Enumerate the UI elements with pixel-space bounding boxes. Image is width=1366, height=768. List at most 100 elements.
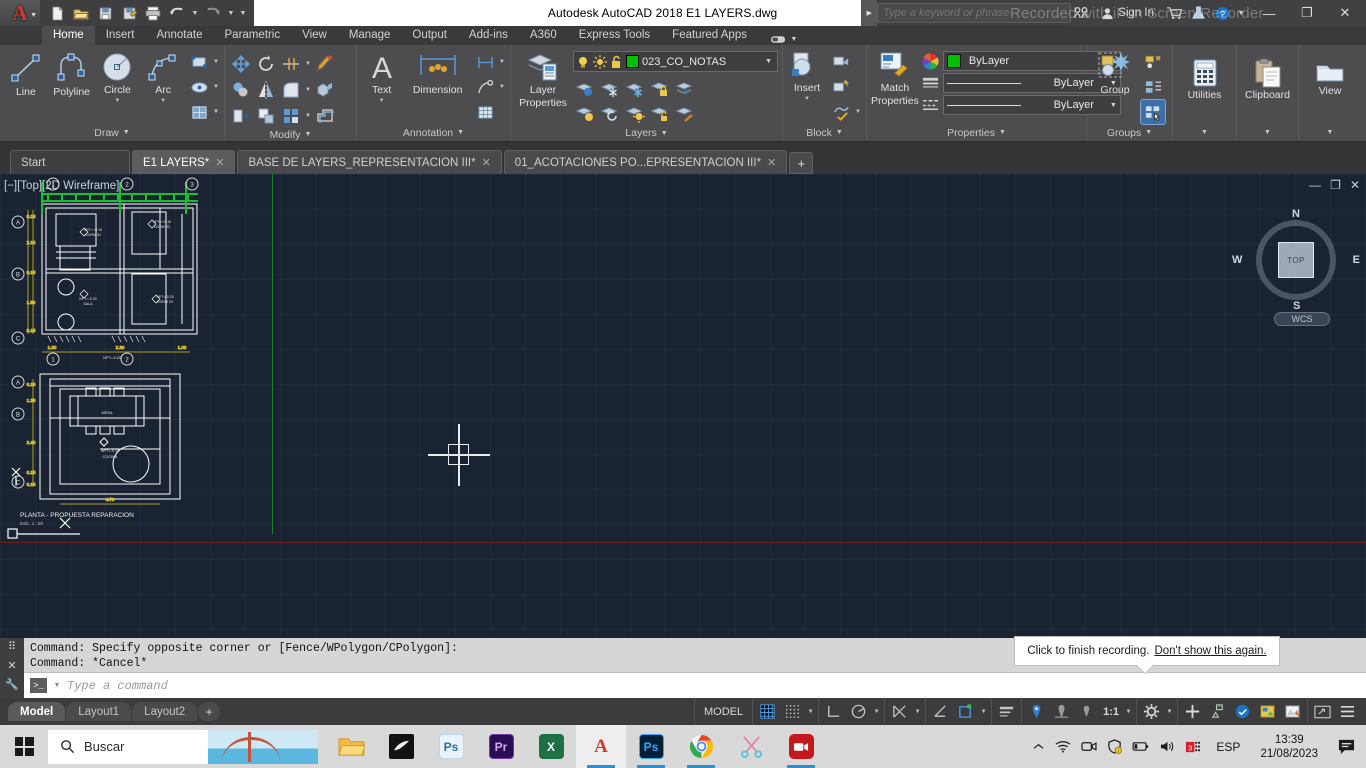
command-prompt-icon[interactable]: >_ bbox=[30, 678, 47, 693]
transparency-icon[interactable] bbox=[1025, 701, 1048, 723]
dynamic-ucs-icon[interactable] bbox=[954, 701, 977, 723]
annotation-scale-dropdown-icon[interactable]: ▼ bbox=[1124, 709, 1133, 715]
save-icon[interactable] bbox=[94, 2, 116, 24]
layer-properties-button[interactable]: Layer Properties bbox=[515, 48, 571, 109]
camera-icon[interactable] bbox=[1081, 740, 1097, 753]
view-button[interactable]: View bbox=[1303, 48, 1357, 97]
clipboard-button[interactable]: Clipboard bbox=[1241, 48, 1294, 101]
drawing-canvas[interactable]: [−][Top][2D Wireframe] — ❐ ✕ TOP N S E W… bbox=[0, 174, 1366, 638]
block-attribute-dropdown-icon[interactable]: ▼ bbox=[854, 109, 862, 115]
erase-icon[interactable] bbox=[313, 52, 337, 76]
command-dropdown-icon[interactable]: ▼ bbox=[52, 682, 62, 689]
hardware-accel-icon[interactable] bbox=[1231, 701, 1254, 723]
group-selection-icon[interactable] bbox=[1140, 99, 1166, 125]
viewport-minimize-button[interactable]: — bbox=[1309, 178, 1321, 192]
group-button[interactable]: Group bbox=[1091, 48, 1139, 96]
view-cube-east[interactable]: E bbox=[1353, 254, 1360, 266]
annotation-scale-value[interactable]: 1:1 bbox=[1100, 706, 1122, 718]
help-icon[interactable]: ? bbox=[1212, 3, 1232, 23]
tab-parametric[interactable]: Parametric bbox=[214, 26, 292, 45]
layout-tab-layout2[interactable]: Layout2 bbox=[132, 702, 198, 721]
taskbar-clock[interactable]: 13:39 21/08/2023 bbox=[1256, 733, 1322, 761]
ortho-mode-icon[interactable] bbox=[822, 701, 845, 723]
workspace-icon[interactable] bbox=[1140, 701, 1163, 723]
file-explorer-icon[interactable] bbox=[326, 725, 376, 768]
polyline-button[interactable]: Polyline bbox=[50, 48, 94, 98]
rotate-icon[interactable] bbox=[254, 52, 278, 76]
explode-icon[interactable] bbox=[313, 78, 337, 102]
media-app-icon[interactable] bbox=[376, 725, 426, 768]
snap-dropdown-icon[interactable]: ▼ bbox=[806, 709, 815, 715]
wifi-icon[interactable] bbox=[1055, 740, 1071, 753]
file-tab-acotaciones[interactable]: 01_ACOTACIONES PO...EPRESENTACION III* ✕ bbox=[503, 150, 788, 174]
copy-icon[interactable] bbox=[229, 78, 253, 102]
panel-title-groups[interactable]: Groups ▼ bbox=[1087, 124, 1172, 141]
text-button[interactable]: A Text ▼ bbox=[361, 48, 402, 104]
panel-title-layers[interactable]: Layers ▼ bbox=[511, 125, 782, 141]
search-dropdown-icon[interactable]: ▶ bbox=[861, 0, 878, 26]
offset-icon[interactable] bbox=[313, 104, 337, 128]
layer-unisolate-icon[interactable] bbox=[573, 101, 597, 125]
tab-home[interactable]: Home bbox=[42, 26, 95, 45]
volume-icon[interactable] bbox=[1159, 740, 1175, 753]
insert-button[interactable]: Insert ▼ bbox=[787, 48, 827, 102]
recording-tooltip[interactable]: Click to finish recording. Don't show th… bbox=[1014, 636, 1280, 666]
redo-icon[interactable] bbox=[202, 2, 224, 24]
viewport-restore-button[interactable]: ❐ bbox=[1330, 178, 1341, 192]
leader-dropdown-icon[interactable]: ▼ bbox=[498, 84, 506, 90]
cart-icon[interactable] bbox=[1164, 3, 1184, 23]
beta-flask-icon[interactable] bbox=[1188, 3, 1208, 23]
battery-icon[interactable] bbox=[1132, 741, 1149, 752]
photoshop-icon[interactable]: Ps bbox=[426, 725, 476, 768]
circle-dropdown-icon[interactable]: ▼ bbox=[114, 98, 120, 104]
arc-button[interactable]: Arc ▼ bbox=[141, 48, 185, 104]
command-close-icon[interactable]: ✕ bbox=[7, 659, 16, 672]
polar-dropdown-icon[interactable]: ▼ bbox=[872, 709, 881, 715]
excel-icon[interactable]: X bbox=[526, 725, 576, 768]
circle-button[interactable]: Circle ▼ bbox=[96, 48, 140, 104]
line-button[interactable]: Line bbox=[4, 48, 48, 98]
security-icon[interactable]: ! bbox=[1107, 739, 1123, 754]
search-input[interactable] bbox=[877, 3, 1072, 23]
rectangle-dropdown-icon[interactable]: ▼ bbox=[212, 59, 220, 65]
command-settings-icon[interactable]: 🔧 bbox=[5, 678, 19, 691]
layer-lock-icon[interactable] bbox=[648, 76, 672, 100]
taskbar-search[interactable]: Buscar bbox=[48, 729, 318, 764]
tab-express-tools[interactable]: Express Tools bbox=[568, 26, 661, 45]
block-attribute-icon[interactable] bbox=[829, 100, 853, 124]
ungroup-icon[interactable] bbox=[1141, 50, 1165, 74]
isolate-objects-icon[interactable] bbox=[1206, 701, 1229, 723]
lineweight-icon[interactable] bbox=[995, 701, 1018, 723]
command-input[interactable]: Type a command bbox=[67, 679, 168, 693]
object-snap-tracking-icon[interactable] bbox=[888, 701, 911, 723]
object-snap-icon[interactable] bbox=[929, 701, 952, 723]
plot-icon[interactable] bbox=[142, 2, 164, 24]
file-tab-base-de-layers[interactable]: BASE DE LAYERS_REPRESENTACION III* ✕ bbox=[237, 150, 502, 174]
photoshop-2-icon[interactable]: Ps bbox=[626, 725, 676, 768]
undo-dropdown-icon[interactable]: ▼ bbox=[190, 10, 200, 17]
hatch-dropdown-icon[interactable]: ▼ bbox=[212, 109, 220, 115]
tab-addins[interactable]: Add-ins bbox=[458, 26, 519, 45]
command-grip-icon[interactable]: ⠿ bbox=[8, 640, 16, 653]
ellipse-dropdown-icon[interactable]: ▼ bbox=[212, 84, 220, 90]
close-button[interactable]: ✕ bbox=[1326, 0, 1364, 26]
ribbon-display-dropdown-icon[interactable]: ▼ bbox=[789, 36, 799, 43]
ellipse-icon[interactable] bbox=[187, 75, 211, 99]
insert-dropdown-icon[interactable]: ▼ bbox=[804, 96, 810, 102]
close-icon[interactable]: ✕ bbox=[482, 156, 491, 169]
autocad-icon[interactable]: A bbox=[576, 725, 626, 768]
panel-title-block[interactable]: Block ▼ bbox=[783, 124, 866, 141]
wcs-selector[interactable]: WCS bbox=[1274, 312, 1330, 326]
command-input-row[interactable]: >_ ▼ Type a command bbox=[24, 672, 1366, 698]
fillet-icon[interactable] bbox=[279, 78, 303, 102]
dont-show-again-link[interactable]: Don't show this again. bbox=[1154, 645, 1266, 657]
table-icon[interactable] bbox=[473, 100, 497, 124]
start-button[interactable] bbox=[0, 725, 48, 768]
panel-title-clipboard[interactable]: ▼ bbox=[1237, 124, 1298, 141]
layout-tab-model[interactable]: Model bbox=[8, 702, 66, 721]
premiere-icon[interactable]: Pr bbox=[476, 725, 526, 768]
notifications-icon[interactable] bbox=[1332, 725, 1360, 768]
view-cube-north[interactable]: N bbox=[1292, 208, 1300, 220]
qat-customize-icon[interactable]: ▼ bbox=[238, 10, 248, 17]
panel-title-properties[interactable]: Properties ▼ bbox=[867, 124, 1086, 141]
